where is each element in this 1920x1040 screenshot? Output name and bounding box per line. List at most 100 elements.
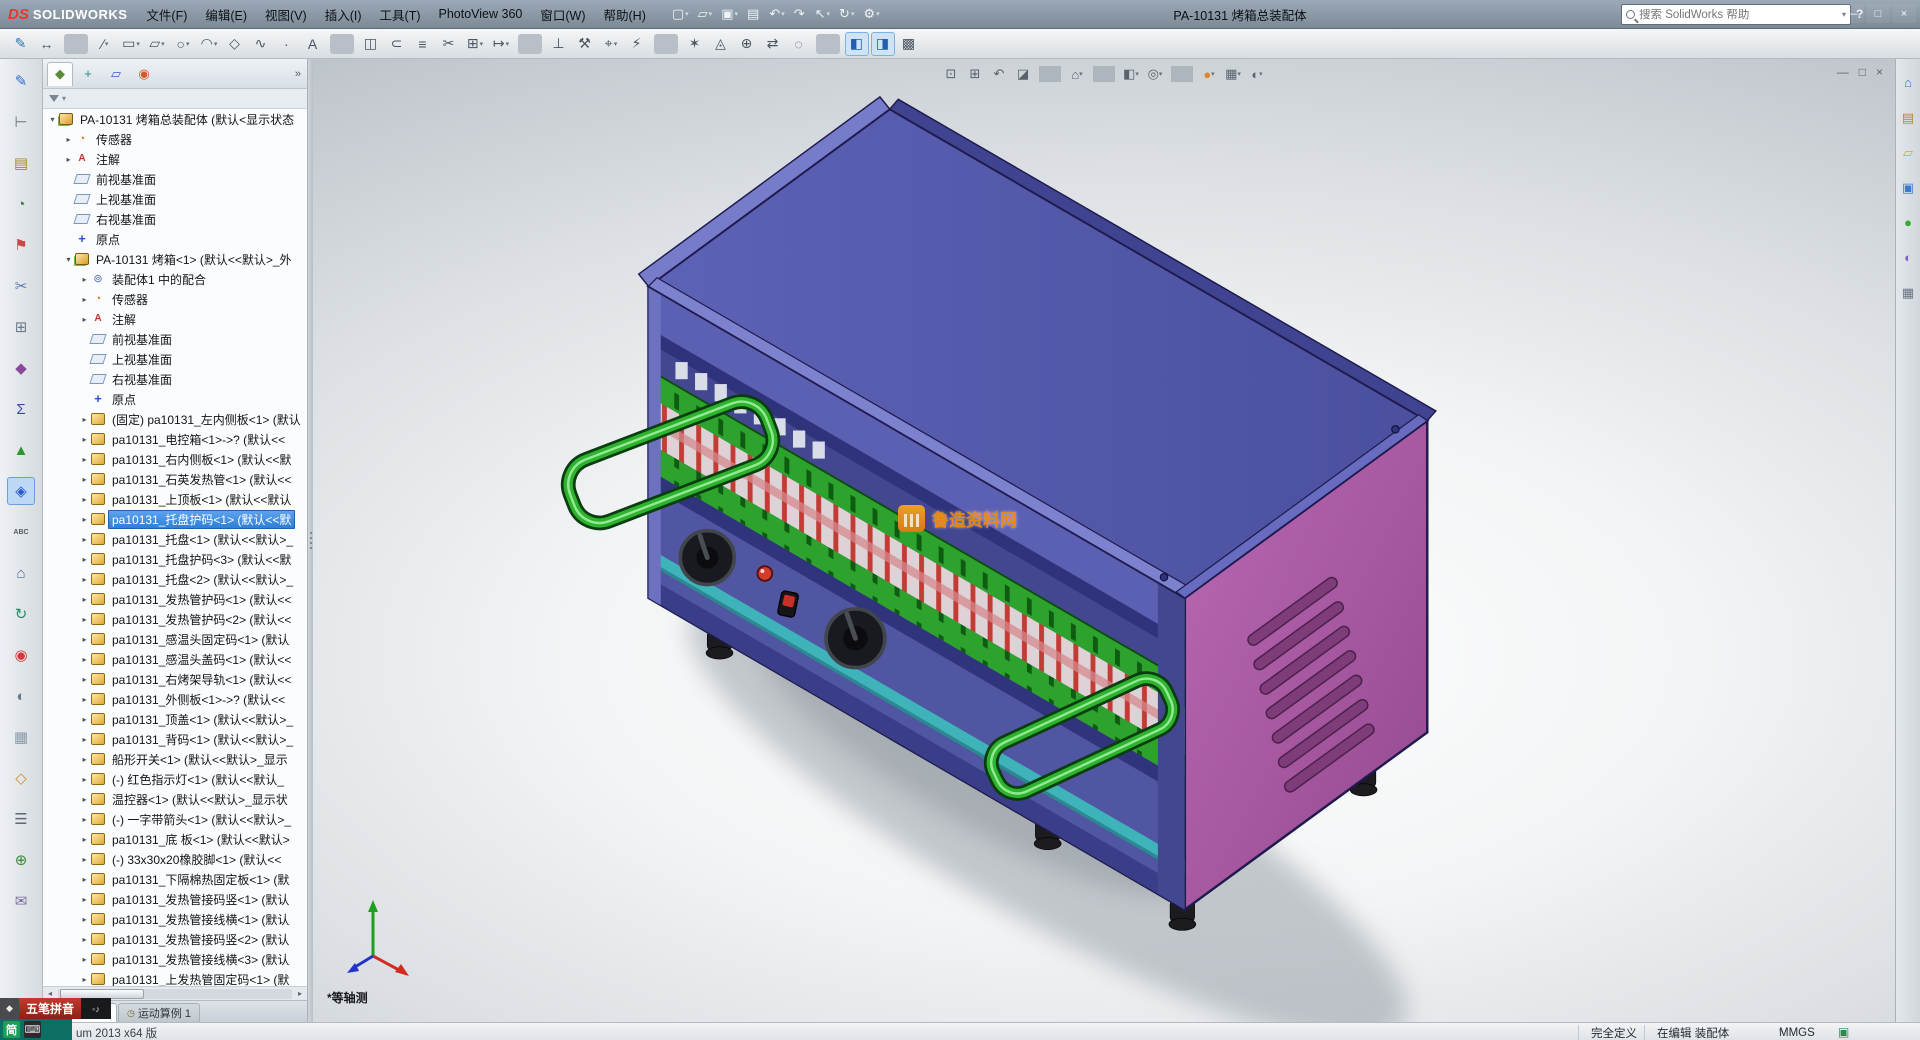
tree-expander-icon[interactable]: ▸: [79, 295, 90, 304]
tree-expander-icon[interactable]: ▸: [79, 835, 90, 844]
half-tool[interactable]: ◐: [7, 682, 35, 710]
undo-button[interactable]: ↶ ▾: [766, 4, 787, 24]
tree-item[interactable]: ▸ 传感器: [43, 289, 307, 309]
move-entities[interactable]: ↦ ▾: [489, 32, 513, 56]
tree-item[interactable]: ▸ 船形开关<1> (默认<<默认>_显示: [43, 749, 307, 769]
mail-tool[interactable]: ✉: [7, 887, 35, 915]
save-button[interactable]: ▣ ▾: [718, 4, 741, 24]
select-button[interactable]: ↖ ▾: [812, 4, 833, 24]
tree-item[interactable]: ▸ pa10131_发热管接码竖<1> (默认: [43, 889, 307, 909]
tree-expander-icon[interactable]: ▸: [79, 415, 90, 424]
tree-expander-icon[interactable]: ▸: [79, 315, 90, 324]
new-file-button[interactable]: ▢ ▾: [669, 4, 692, 24]
tree-item[interactable]: ▸ pa10131_发热管接线横<1> (默认: [43, 909, 307, 929]
menu-item[interactable]: 帮助(H): [595, 0, 655, 28]
tree-expander-icon[interactable]: ▸: [79, 795, 90, 804]
design-library[interactable]: ▤: [1899, 108, 1918, 127]
tree-item[interactable]: ▸ pa10131_发热管接码竖<2> (默认: [43, 929, 307, 949]
tree-expander-icon[interactable]: ▸: [79, 615, 90, 624]
menu-item[interactable]: PhotoView 360: [430, 0, 532, 28]
tree-item[interactable]: ▸ pa10131_下隔棉热固定板<1> (默: [43, 869, 307, 889]
tree-item[interactable]: ▸ pa10131_右烤架导轨<1> (默认<<: [43, 669, 307, 689]
apply-scene[interactable]: ▦ ▾: [1222, 64, 1244, 84]
tree-item[interactable]: ▸ pa10131_石英发热管<1> (默认<<: [43, 469, 307, 489]
smart-dimension[interactable]: ↔: [35, 32, 59, 56]
appearances-scenes[interactable]: ●: [1899, 213, 1918, 232]
options-button[interactable]: ⚙ ▾: [860, 4, 882, 24]
close-button[interactable]: ×: [1892, 4, 1916, 23]
rapid-sketch[interactable]: ⚡: [625, 32, 649, 56]
tree-item[interactable]: 右视基准面: [43, 369, 307, 389]
tree-item[interactable]: ▸ 注解: [43, 309, 307, 329]
clock-tool[interactable]: ◔: [7, 190, 35, 218]
tree-item[interactable]: ▸ 装配体1 中的配合: [43, 269, 307, 289]
tree-item[interactable]: 右视基准面: [43, 209, 307, 229]
tree-item[interactable]: ▸ (-) 红色指示灯<1> (默认<<默认_: [43, 769, 307, 789]
ime-mode-bar[interactable]: 简 ⌨: [0, 1019, 72, 1040]
sketch-tool[interactable]: ✎: [7, 67, 35, 95]
section-view[interactable]: ◪: [1012, 64, 1034, 84]
tree-expander-icon[interactable]: ▸: [79, 595, 90, 604]
tree-item[interactable]: ▸ pa10131_上顶板<1> (默认<<默认: [43, 489, 307, 509]
tree-item[interactable]: ▸ pa10131_上发热管固定码<1> (默: [43, 969, 307, 987]
offset-entities[interactable]: ≡: [411, 32, 435, 56]
tree-expander-icon[interactable]: ▸: [79, 755, 90, 764]
point[interactable]: ∙: [275, 32, 299, 56]
triangle-tool[interactable]: ▲: [7, 436, 35, 464]
spelling-tool[interactable]: ABC: [7, 518, 35, 546]
tree-expander-icon[interactable]: ▸: [63, 155, 74, 164]
zoom-fit[interactable]: ⊡: [940, 64, 962, 84]
menu-item[interactable]: 视图(V): [256, 0, 316, 28]
tree-item[interactable]: 前视基准面: [43, 169, 307, 189]
tree-item[interactable]: ▸ pa10131_托盘护码<1> (默认<<默: [43, 509, 307, 529]
file-explorer[interactable]: ▱: [1899, 143, 1918, 162]
tree-item[interactable]: ▸ pa10131_托盘<1> (默认<<默认>_: [43, 529, 307, 549]
tree-item[interactable]: ▸ pa10131_感温头固定码<1> (默认: [43, 629, 307, 649]
filter-caret-icon[interactable]: ▾: [62, 94, 66, 103]
show-hidden-components[interactable]: ◌: [787, 32, 811, 56]
diamond-tool[interactable]: ◇: [7, 764, 35, 792]
tree-expander-icon[interactable]: ▾: [63, 255, 74, 264]
tree-item[interactable]: 原点: [43, 229, 307, 249]
rebuild-button[interactable]: ↻ ▾: [836, 4, 857, 24]
maximize-button[interactable]: □: [1866, 4, 1890, 23]
tree-expander-icon[interactable]: ▸: [79, 515, 90, 524]
tree-expander-icon[interactable]: ▸: [79, 495, 90, 504]
ime-toolbar[interactable]: ◆ 五笔拼音 ◦♪: [0, 998, 112, 1019]
shaded[interactable]: ◨: [871, 31, 895, 56]
panel-more-chevron[interactable]: »: [295, 68, 303, 80]
doc-restore-button[interactable]: □: [1859, 65, 1866, 79]
tree-item[interactable]: ▸ pa10131_顶盖<1> (默认<<默认>_: [43, 709, 307, 729]
tree-item[interactable]: ▸ pa10131_发热管护码<2> (默认<<: [43, 609, 307, 629]
tree-item[interactable]: 上视基准面: [43, 349, 307, 369]
tree-item[interactable]: ▸ 温控器<1> (默认<<默认>_显示状: [43, 789, 307, 809]
grid-tool[interactable]: ⊞: [7, 313, 35, 341]
zoom-area[interactable]: ⊞: [964, 64, 986, 84]
tree-expander-icon[interactable]: ▸: [79, 715, 90, 724]
tree-expander-icon[interactable]: ▸: [79, 895, 90, 904]
graphics-viewport[interactable]: ⊡ ⊞ ↶ ◪ ⌂ ▾ ◧ ▾ ◎ ▾ ● ▾ ▦ ▾ ◐ ▾ — □ × 鲁造…: [313, 59, 1895, 1022]
tab-motion-study[interactable]: ◷ 运动算例 1: [117, 1003, 200, 1022]
mate[interactable]: ◬: [709, 32, 733, 56]
configurationmanager-tab[interactable]: ▱: [103, 62, 129, 86]
text[interactable]: A: [301, 32, 325, 56]
tree-expander-icon[interactable]: ▸: [79, 575, 90, 584]
tree-expander-icon[interactable]: ▸: [79, 655, 90, 664]
tree-item[interactable]: ▸ 注解: [43, 149, 307, 169]
tree-item[interactable]: ▸ 传感器: [43, 129, 307, 149]
view-orientation[interactable]: ⌂ ▾: [1066, 64, 1088, 84]
tree-item[interactable]: 上视基准面: [43, 189, 307, 209]
doc-close-button[interactable]: ×: [1876, 65, 1883, 79]
repair-sketch[interactable]: ⚒: [573, 32, 597, 56]
tree-item[interactable]: ▸ pa10131_外侧板<1>->? (默认<<: [43, 689, 307, 709]
sketch[interactable]: ✎: [9, 32, 33, 56]
propertymanager-tab[interactable]: +: [75, 62, 101, 86]
tree-item[interactable]: ▾ PA-10131 烤箱总装配体 (默认<显示状态: [43, 109, 307, 129]
custom-properties[interactable]: ▦: [1899, 283, 1918, 302]
measure-active-tool[interactable]: ◈: [7, 477, 35, 505]
gem-tool[interactable]: ◆: [7, 354, 35, 382]
smart-fasteners[interactable]: ⊕: [735, 32, 759, 56]
menu-item[interactable]: 工具(T): [371, 0, 430, 28]
menu-item[interactable]: 插入(I): [316, 0, 371, 28]
tree-expander-icon[interactable]: ▸: [79, 775, 90, 784]
